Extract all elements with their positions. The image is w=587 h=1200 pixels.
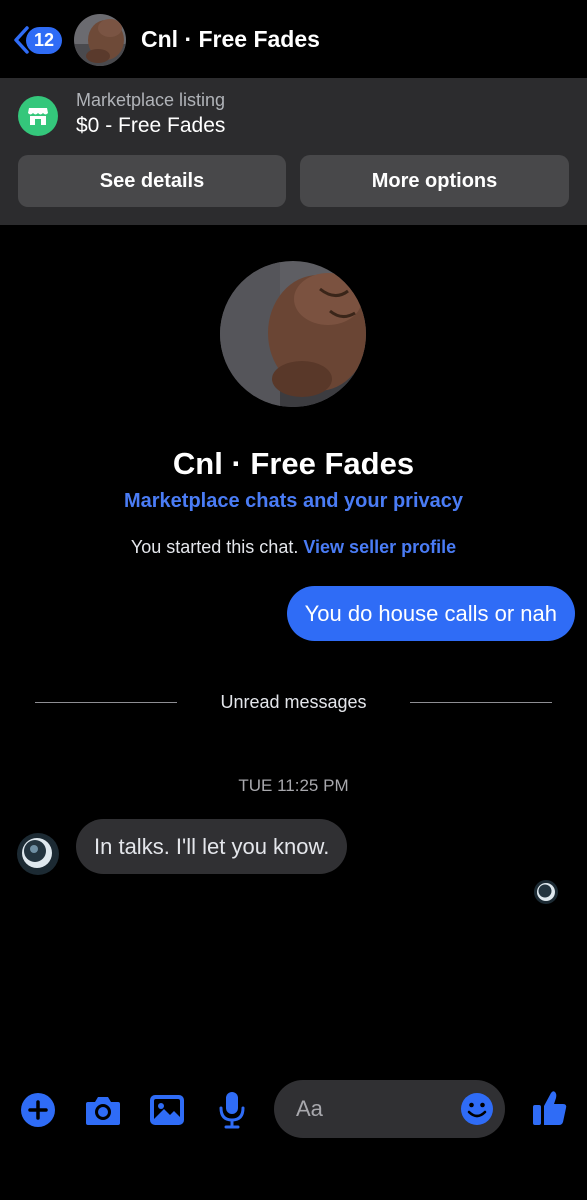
microphone-icon[interactable]: [214, 1090, 250, 1130]
chat-title[interactable]: Cnl · Free Fades: [141, 26, 320, 53]
chat-header: 12 Cnl · Free Fades: [0, 0, 587, 78]
storefront-icon: [18, 96, 58, 136]
thumbs-up-icon[interactable]: [531, 1088, 569, 1128]
contact-avatar[interactable]: [74, 14, 126, 66]
more-options-button[interactable]: More options: [300, 155, 569, 207]
listing-title[interactable]: $0 - Free Fades: [76, 114, 225, 138]
started-text: You started this chat.: [130, 537, 299, 557]
camera-icon[interactable]: [84, 1091, 122, 1129]
marketplace-listing-banner: Marketplace listing $0 - Free Fades See …: [0, 78, 587, 225]
message-composer: [0, 1075, 587, 1145]
seen-receipt-avatar: [534, 880, 558, 904]
profile-avatar[interactable]: [220, 261, 366, 407]
message-timestamp: TUE 11:25 PM: [238, 776, 349, 795]
unread-divider: Unread messages: [0, 690, 587, 714]
chat-started-notice: You started this chat. View seller profi…: [0, 537, 587, 558]
plus-icon[interactable]: [20, 1092, 56, 1128]
incoming-message[interactable]: In talks. I'll let you know.: [76, 819, 348, 874]
view-seller-profile-link[interactable]: View seller profile: [303, 537, 456, 557]
see-details-button[interactable]: See details: [18, 155, 286, 207]
message-input[interactable]: [296, 1080, 456, 1138]
message-input-container: [274, 1080, 505, 1138]
outgoing-message[interactable]: You do house calls or nah: [286, 586, 575, 641]
emoji-icon[interactable]: [460, 1092, 494, 1126]
unread-count-badge[interactable]: 12: [26, 27, 63, 54]
divider-line-right: [410, 702, 552, 703]
privacy-link[interactable]: Marketplace chats and your privacy: [0, 490, 587, 513]
sender-avatar[interactable]: [17, 833, 59, 875]
profile-name: Cnl · Free Fades: [172, 446, 415, 481]
listing-label: Marketplace listing: [76, 90, 226, 110]
photo-icon[interactable]: [148, 1091, 186, 1129]
